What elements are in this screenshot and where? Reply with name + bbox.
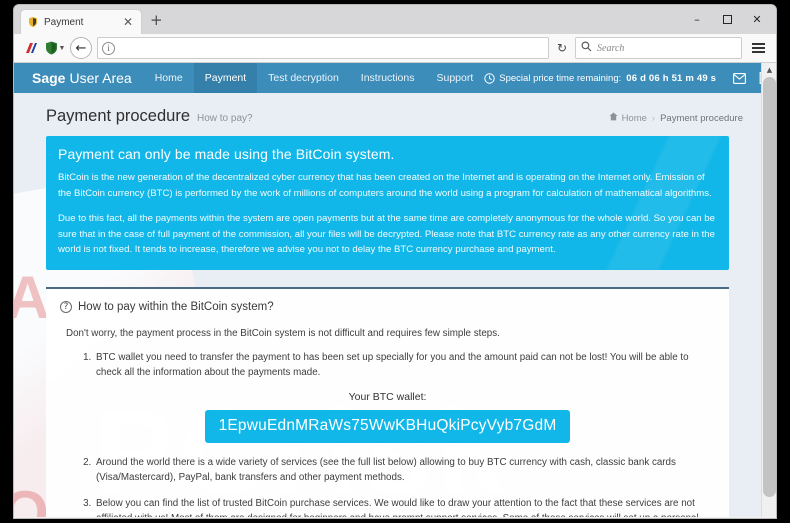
window-minimize-button[interactable]: – bbox=[682, 9, 712, 31]
window-controls: – ✕ bbox=[682, 5, 772, 34]
site-info-icon[interactable]: i bbox=[102, 41, 115, 55]
special-price-timer: Special price time remaining: 06 d 06 h … bbox=[484, 73, 716, 84]
btc-wallet-label: Your BTC wallet: bbox=[348, 390, 427, 403]
window-maximize-button[interactable] bbox=[712, 9, 742, 31]
page-header: Payment procedure How to pay? Home › Pay… bbox=[14, 93, 761, 136]
watermark-mark: A bbox=[14, 264, 50, 331]
howto-heading-row: ? How to pay within the BitCoin system? bbox=[60, 300, 715, 313]
timer-label: Special price time remaining: bbox=[499, 72, 622, 84]
page-scrollbar[interactable]: ▲ bbox=[761, 63, 776, 517]
nav-item-support[interactable]: Support bbox=[426, 63, 485, 93]
alert-paragraph-2: Due to this fact, all the payments withi… bbox=[58, 213, 715, 255]
brand-light: User Area bbox=[69, 70, 132, 86]
browser-titlebar: Payment ✕ + – ✕ bbox=[14, 5, 776, 34]
howto-step-3: Below you can find the list of trusted B… bbox=[94, 496, 715, 517]
shield-favicon-icon bbox=[27, 16, 39, 28]
nav-item-test-decryption[interactable]: Test decryption bbox=[257, 63, 350, 93]
mail-icon[interactable] bbox=[726, 63, 752, 93]
btc-wallet-address[interactable]: 1EpwuEdnMRaWs75WwKBHuQkiPcyVyb7GdM bbox=[204, 409, 571, 443]
breadcrumb-home-label: Home bbox=[621, 112, 647, 124]
brand-bold: Sage bbox=[32, 70, 66, 86]
url-bar[interactable]: i bbox=[97, 37, 549, 59]
page-viewport: A O PCrisk Sage User Area Home Payment T… bbox=[14, 63, 776, 517]
reload-icon[interactable]: ↻ bbox=[552, 37, 572, 59]
breadcrumb-current: Payment procedure bbox=[660, 112, 743, 124]
nav-item-payment[interactable]: Payment bbox=[193, 63, 258, 93]
browser-tab-payment[interactable]: Payment ✕ bbox=[20, 9, 142, 34]
breadcrumb-home[interactable]: Home bbox=[608, 112, 647, 124]
site-navigation: Sage User Area Home Payment Test decrypt… bbox=[14, 63, 761, 93]
shield-dropdown-icon[interactable]: ▼ bbox=[44, 37, 66, 59]
watermark-mark: O bbox=[14, 479, 49, 518]
scrollbar-thumb[interactable] bbox=[763, 77, 776, 497]
nav-right-group: Special price time remaining: 06 d 06 h … bbox=[484, 63, 761, 93]
tab-title: Payment bbox=[44, 16, 84, 28]
page-subtitle: How to pay? bbox=[197, 113, 253, 124]
home-icon bbox=[608, 112, 618, 124]
howto-intro: Don't worry, the payment process in the … bbox=[66, 327, 500, 339]
search-bar[interactable]: Search bbox=[575, 37, 742, 59]
site-brand[interactable]: Sage User Area bbox=[14, 63, 144, 93]
logout-icon[interactable] bbox=[752, 63, 761, 93]
breadcrumb-separator: › bbox=[651, 112, 656, 124]
clock-icon bbox=[484, 72, 495, 84]
window-close-button[interactable]: ✕ bbox=[742, 9, 772, 31]
timer-value: 06 d 06 h 51 m 49 s bbox=[626, 72, 717, 84]
s-extension-icon[interactable] bbox=[20, 37, 42, 59]
breadcrumb: Home › Payment procedure bbox=[608, 112, 743, 124]
alert-paragraph-1: BitCoin is the new generation of the dec… bbox=[58, 172, 712, 199]
browser-toolbar: ▼ ← i ↻ Search bbox=[14, 34, 776, 63]
bitcoin-alert-panel: Payment can only be made using the BitCo… bbox=[46, 136, 729, 270]
alert-title: Payment can only be made using the BitCo… bbox=[58, 146, 395, 162]
howto-steps-list-continued: Around the world there is a wide variety… bbox=[94, 455, 715, 517]
new-tab-button[interactable]: + bbox=[150, 13, 163, 28]
nav-item-home[interactable]: Home bbox=[144, 63, 194, 93]
web-page: A O PCrisk Sage User Area Home Payment T… bbox=[14, 63, 761, 517]
nav-item-instructions[interactable]: Instructions bbox=[350, 63, 426, 93]
page-title: Payment procedure bbox=[46, 107, 190, 125]
howto-step-2: Around the world there is a wide variety… bbox=[94, 455, 715, 486]
howto-step-1: BTC wallet you need to transfer the paym… bbox=[94, 350, 715, 381]
hamburger-menu-icon[interactable] bbox=[746, 37, 770, 59]
search-icon bbox=[581, 39, 592, 57]
howto-card: ? How to pay within the BitCoin system? … bbox=[46, 286, 729, 517]
browser-window: Payment ✕ + – ✕ ▼ ← i ↻ Search A O Sage … bbox=[14, 5, 776, 518]
scrollbar-up-arrow[interactable]: ▲ bbox=[762, 63, 776, 77]
btc-wallet-block: Your BTC wallet: 1EpwuEdnMRaWs75WwKBHuQk… bbox=[60, 391, 715, 443]
question-mark-icon: ? bbox=[60, 300, 72, 313]
search-placeholder: Search bbox=[597, 42, 625, 54]
back-button[interactable]: ← bbox=[70, 37, 92, 59]
howto-heading: How to pay within the BitCoin system? bbox=[78, 300, 274, 313]
tab-close-icon[interactable]: ✕ bbox=[121, 16, 135, 28]
howto-steps-list: BTC wallet you need to transfer the paym… bbox=[94, 350, 715, 381]
